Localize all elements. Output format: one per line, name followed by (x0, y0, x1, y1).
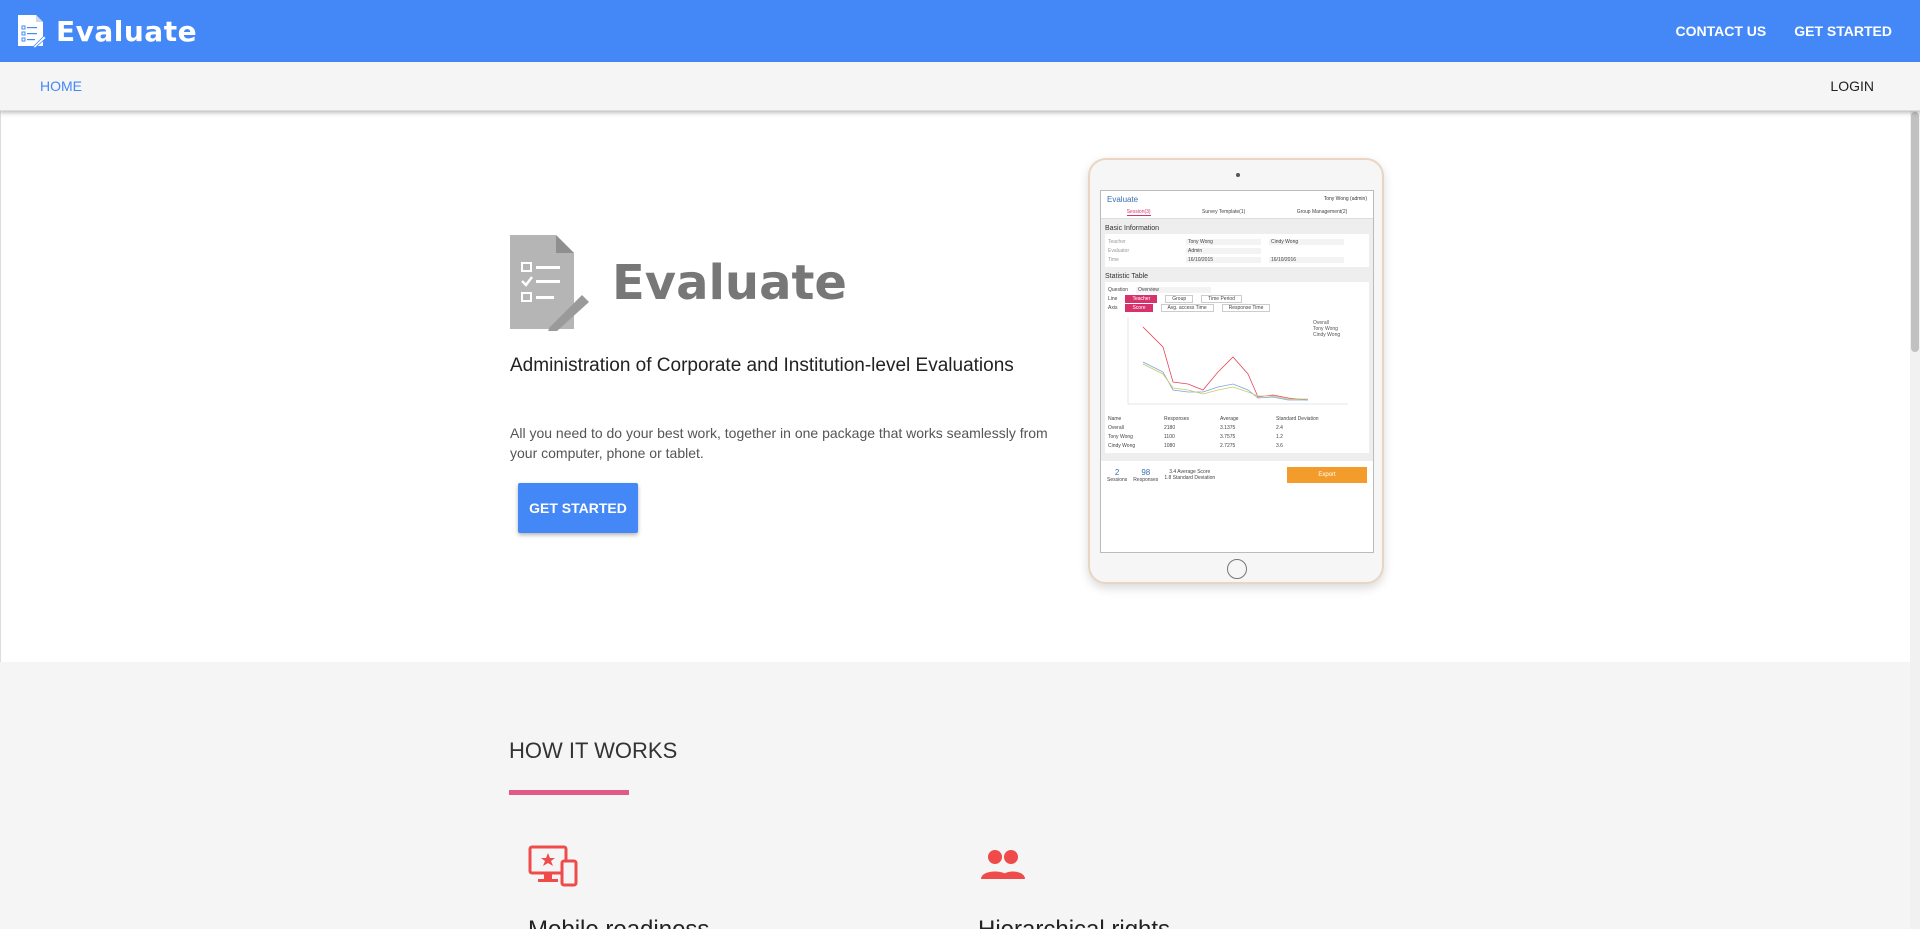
line-chip: Teacher (1125, 294, 1158, 303)
line-row: Line Teacher Group Time Period (1108, 294, 1366, 303)
section-underline (509, 790, 629, 795)
table-cell: 1100 (1164, 433, 1175, 440)
section-title: HOW IT WORKS (509, 738, 678, 763)
info-row: Evaluator Admin (1108, 246, 1366, 255)
hero-title: Administration of Corporate and Institut… (510, 355, 1014, 376)
hero-description: All you need to do your best work, toget… (510, 425, 1048, 461)
sessions-label: Sessions (1107, 476, 1128, 483)
stat-table-title: Statistic Table (1105, 273, 1149, 280)
export-button: Export (1287, 467, 1367, 483)
screen-summary-bar: 2 Sessions 98 Responses 3.4 Average Scor… (1101, 461, 1373, 489)
table-header-cell: Standard Deviation (1276, 415, 1319, 422)
info-value: Tony Wong (1186, 238, 1261, 245)
std-dev-label: Standard Deviation (1172, 475, 1216, 481)
table-cell: 2180 (1164, 424, 1176, 431)
stat-card: Question Overview Line Teacher Group Tim… (1105, 282, 1369, 453)
mini-line-chart: Overall Tony Wong Cindy Wong (1127, 317, 1348, 405)
responses-label: Responses (1133, 476, 1159, 483)
tablet-mockup-image: Evaluate Tony Wong (admin) Session(3) Su… (1088, 158, 1384, 584)
table-cell: 2.4 (1276, 424, 1283, 431)
sub-navigation: HOME LOGIN (0, 62, 1920, 111)
info-value: 16/10/2015 (1186, 256, 1261, 263)
table-row: Cindy Wong 1080 2.7275 3.6 (1108, 441, 1366, 450)
table-cell: 3.7575 (1220, 433, 1236, 440)
table-cell: 3.1375 (1220, 424, 1236, 431)
std-dev-value: 1.8 (1164, 475, 1172, 481)
sessions-number: 2 (1114, 467, 1120, 477)
people-icon (981, 850, 1025, 879)
home-nav-link[interactable]: HOME (40, 78, 82, 94)
question-label: Question (1108, 286, 1129, 293)
screen-tab-session: Session(3) (1126, 209, 1151, 216)
line-chip: Group (1165, 294, 1194, 303)
line-label: Line (1108, 295, 1118, 302)
info-value: 16/10/2016 (1269, 256, 1344, 263)
axis-label: Axis (1108, 304, 1118, 311)
survey-document-icon (18, 15, 46, 48)
responses-number: 98 (1141, 467, 1151, 477)
login-nav-link[interactable]: LOGIN (1830, 78, 1874, 94)
tablet-home-button (1227, 559, 1247, 579)
table-header-cell: Average (1220, 415, 1239, 422)
table-cell: 1.2 (1276, 433, 1283, 440)
table-cell: 1080 (1164, 442, 1176, 449)
how-it-works-section: HOW IT WORKS Mobile readiness Hierarchic… (0, 662, 1910, 929)
devices-star-icon (528, 845, 578, 887)
table-cell: Overall (1108, 424, 1124, 431)
axis-chip: Response Time (1221, 303, 1271, 312)
info-label: Evaluator (1108, 247, 1130, 254)
page-scrollbar-thumb[interactable] (1911, 112, 1919, 352)
legend-item: Cindy Wong (1313, 332, 1340, 338)
feature-title: Mobile readiness (528, 916, 709, 929)
axis-chip: Avg. access Time (1160, 303, 1214, 312)
screen-body: Basic Information Teacher Tony Wong Cind… (1101, 219, 1373, 461)
hero-section: Evaluate Administration of Corporate and… (0, 111, 1910, 662)
screen-tab-survey: Survey Template(1) (1202, 209, 1246, 215)
survey-document-icon (510, 235, 589, 331)
screen-tabs: Session(3) Survey Template(1) Group Mana… (1101, 207, 1373, 219)
info-value: Admin (1186, 247, 1261, 254)
screen-header: Evaluate Tony Wong (admin) (1101, 191, 1373, 207)
screen-user: Tony Wong (admin) (1323, 196, 1367, 202)
get-started-button[interactable]: GET STARTED (518, 483, 638, 533)
contact-us-link[interactable]: CONTACT US (1676, 23, 1767, 39)
question-row: Question Overview (1108, 285, 1366, 294)
table-row: Overall 2180 3.1375 2.4 (1108, 423, 1366, 432)
table-cell: 2.7275 (1220, 442, 1236, 449)
tablet-screen: Evaluate Tony Wong (admin) Session(3) Su… (1100, 190, 1374, 553)
mini-stat-table: Name Responses Average Standard Deviatio… (1108, 414, 1366, 450)
table-row: Tony Wong 1100 3.7575 1.2 (1108, 432, 1366, 441)
get-started-link[interactable]: GET STARTED (1794, 23, 1892, 39)
table-header-cell: Name (1108, 415, 1122, 422)
score-stat: 3.4 Average Score 1.8 Standard Deviation (1164, 469, 1215, 481)
line-chip: Time Period (1201, 294, 1242, 303)
sessions-stat: 2 Sessions (1107, 468, 1127, 483)
info-label: Time (1108, 256, 1119, 263)
table-header-cell: Responses (1164, 415, 1190, 422)
screen-tab-group: Group Management(2) (1296, 209, 1348, 215)
info-label: Teacher (1108, 238, 1126, 245)
feature-title: Hierarchical rights (978, 916, 1170, 929)
table-header: Name Responses Average Standard Deviatio… (1108, 414, 1366, 423)
brand[interactable]: Evaluate (16, 14, 197, 48)
hero-logo: Evaluate (510, 235, 847, 331)
table-cell: Tony Wong (1108, 433, 1133, 440)
axis-row: Axis Score Avg. access Time Response Tim… (1108, 303, 1366, 312)
question-value: Overview (1136, 286, 1212, 293)
hero-logo-text: Evaluate (612, 255, 847, 311)
tablet-camera (1236, 173, 1240, 177)
screen-brand: Evaluate (1107, 194, 1139, 204)
info-row: Time 16/10/2015 16/10/2016 (1108, 255, 1366, 264)
info-value: Cindy Wong (1269, 238, 1344, 245)
basic-info-card: Teacher Tony Wong Cindy Wong Evaluator A… (1105, 234, 1369, 267)
basic-info-title: Basic Information (1105, 225, 1160, 232)
info-row: Teacher Tony Wong Cindy Wong (1108, 237, 1366, 246)
brand-name: Evaluate (56, 14, 198, 48)
responses-stat: 98 Responses (1133, 468, 1158, 483)
table-cell: Cindy Wong (1108, 442, 1136, 449)
top-app-bar: Evaluate CONTACT US GET STARTED (0, 0, 1920, 62)
axis-chip: Score (1125, 303, 1153, 312)
table-cell: 3.6 (1276, 442, 1283, 449)
